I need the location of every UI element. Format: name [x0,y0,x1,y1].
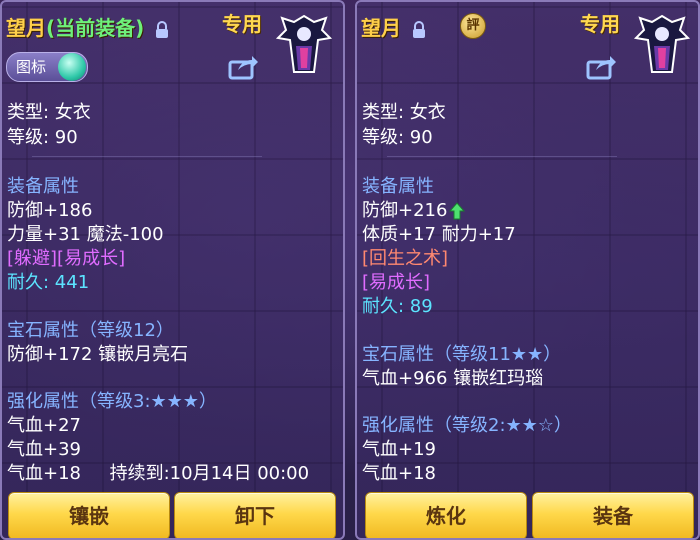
item-name: 望月 [361,16,401,40]
type-line: 类型: 女衣 [362,102,446,123]
enhance-attr-heading: 强化属性（等级3:★★★） [7,391,217,412]
toggle-knob [58,53,86,81]
unequip-button[interactable]: 卸下 [174,492,336,538]
equip-attr-heading: 装备属性 [7,176,79,197]
avatar-icon [633,14,691,73]
stats-line: 力量+31 魔法-100 [7,224,164,245]
enhance-line-3: 气血+18 持续到:10月14日 00:00 [7,463,310,484]
gem-attr-heading: 宝石属性（等级12） [7,320,174,341]
defense-line: 防御+186 [7,200,93,221]
gem-attr-line: 防御+172 镶嵌月亮石 [7,344,189,365]
enhance-line-1: 气血+19 [362,439,436,460]
durability-line: 耐久: 89 [362,296,433,317]
lock-icon [156,20,169,38]
icon-toggle-label: 图标 [16,58,47,76]
type-line: 类型: 女衣 [7,102,91,123]
durability-line: 耐久: 441 [7,272,90,293]
gem-attr-heading: 宝石属性（等级11★★） [362,344,562,365]
share-icon[interactable] [228,54,258,80]
enhance-line-2: 气血+39 [7,439,81,460]
refine-button[interactable]: 炼化 [365,492,527,538]
defense-line: 防御+216 [362,196,466,222]
item-title: 望月(当前装备) [6,12,169,41]
item-title: 望月 [361,12,426,41]
up-arrow-icon [449,202,466,220]
enhance-attr-heading: 强化属性（等级2:★★☆） [362,415,572,436]
compare-equipment-panel: 望月 評 专用 类型: 女衣 等级: 90 装备属性 防御+216 体质+17 … [355,0,700,540]
item-name: 望月 [6,16,46,40]
icon-toggle[interactable]: 图标 [6,52,88,82]
divider [32,156,262,157]
equip-attr-heading: 装备属性 [362,176,434,197]
defense-value: 防御+216 [362,200,448,221]
enhance-line-2: 气血+18 [362,463,436,484]
gem-attr-line: 气血+966 镶嵌红玛瑙 [362,368,544,389]
equipped-status: (当前装备) [46,16,145,40]
share-icon[interactable] [586,54,616,80]
exclusive-label: 专用 [222,12,262,36]
special-effects-line: [易成长] [362,272,431,293]
exclusive-label: 专用 [580,12,620,36]
divider [387,156,617,157]
special-skill-line: [回生之术] [362,248,449,269]
special-effects-line: [躲避][易成长] [7,248,126,269]
appraise-badge-icon: 評 [460,13,486,39]
level-line: 等级: 90 [7,127,78,148]
inlay-button[interactable]: 镶嵌 [8,492,170,538]
stats-line: 体质+17 耐力+17 [362,224,516,245]
equip-button[interactable]: 装备 [532,492,694,538]
enhance-line-1: 气血+27 [7,415,81,436]
level-line: 等级: 90 [362,127,433,148]
lock-icon [412,20,425,38]
current-equipment-panel: 望月(当前装备) 专用 图标 类型: 女衣 等级: 90 装备属性 防御+186… [0,0,345,540]
avatar-icon [275,14,333,73]
